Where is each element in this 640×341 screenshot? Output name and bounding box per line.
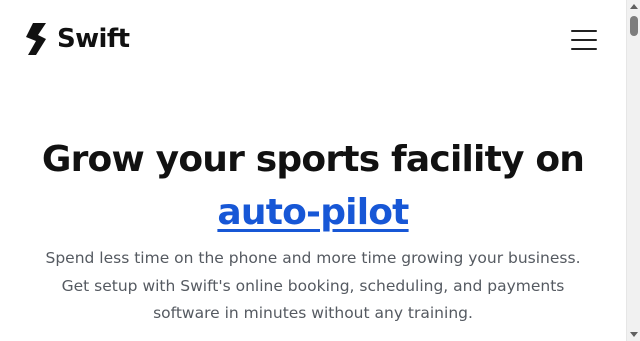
menu-bar-top [571,30,597,32]
scroll-up-arrow-icon[interactable] [630,4,638,9]
hero-subtitle-line: Get setup with Swift's online booking, s… [61,276,565,295]
swift-logo-icon [26,23,46,55]
vertical-scrollbar[interactable] [626,0,640,341]
scroll-down-arrow-icon[interactable] [630,332,638,337]
hero-section: Grow your sports facility on auto-pilot … [0,133,626,328]
brand-logo-link[interactable]: Swift [24,22,130,56]
hero-title: Grow your sports facility on auto-pilot [0,133,626,239]
page-content: Swift Grow your sports facility on auto-… [0,0,626,341]
menu-bar-middle [571,39,597,41]
hero-subtitle-line: Spend less time on the phone and more ti… [45,249,581,267]
page: Swift Grow your sports facility on auto-… [0,0,640,341]
hero-title-line: Grow your sports facility on [41,139,585,180]
site-header: Swift [0,0,626,80]
menu-bar-bottom [571,48,597,50]
hero-subtitle: Spend less time on the phone and more ti… [0,245,626,328]
hero-title-accent-link[interactable]: auto-pilot [217,192,409,233]
brand-name: Swift [57,24,130,54]
scrollbar-thumb[interactable] [630,16,638,36]
hero-subtitle-line: software in minutes without any training… [153,304,473,322]
hamburger-menu-icon[interactable] [570,29,598,51]
